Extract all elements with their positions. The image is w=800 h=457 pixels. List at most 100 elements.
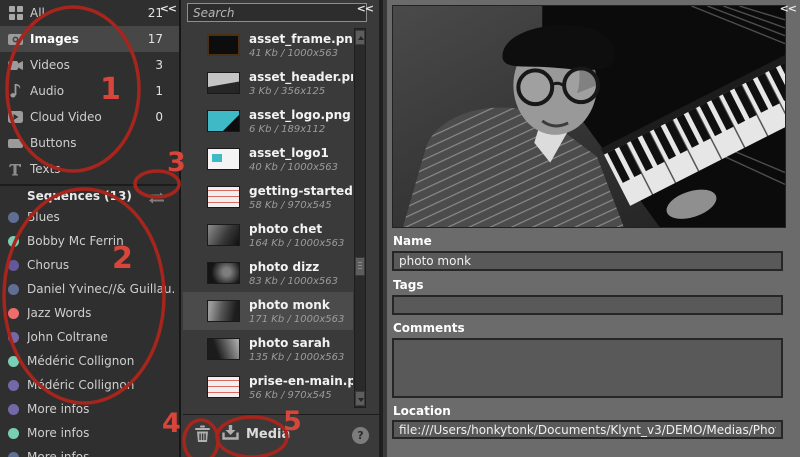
file-thumbnail [207,262,240,284]
file-thumbnail [207,338,240,360]
monk-photo-illustration [393,6,785,227]
file-row[interactable]: asset_logo1 40 Kb / 1000x563 [183,140,353,178]
music-note-icon [8,84,23,99]
sequence-item[interactable]: Chorus [0,253,179,277]
import-media-label: Media [246,426,291,442]
text-icon [8,162,23,177]
sequence-item[interactable]: Bobby Mc Ferrin [0,229,179,253]
sequence-color-dot [8,235,19,247]
file-thumbnail [207,72,240,94]
category-label: Videos [30,58,70,72]
sidebar-item-buttons[interactable]: Buttons [0,130,179,156]
sidebar-collapse-button[interactable]: << [160,2,177,15]
sidebar: << All 21 Images 17 Videos 3 Audio 1 Clo… [0,0,181,457]
swap-arrows-icon[interactable] [148,189,165,208]
sidebar-item-audio[interactable]: Audio 1 [0,78,179,104]
category-label: Images [30,32,79,46]
sequence-color-dot [8,331,19,343]
camera-icon [8,32,23,47]
media-panel-collapse-button[interactable]: << [357,2,374,15]
sequence-color-dot [8,451,19,457]
comments-label: Comments [393,321,465,335]
sequence-item[interactable]: Médéric Collignon [0,349,179,373]
file-row-selected[interactable]: photo monk 171 Kb / 1000x563 [183,292,353,330]
sequence-item[interactable]: More infos [0,445,179,457]
file-thumbnail [207,300,240,322]
sidebar-item-all[interactable]: All 21 [0,0,179,26]
sidebar-item-images[interactable]: Images 17 [0,26,179,52]
sequence-color-dot [8,379,19,391]
sequence-color-dot [8,403,19,415]
help-button[interactable]: ? [352,427,369,444]
video-camera-icon [8,58,23,73]
media-library-window: << All 21 Images 17 Videos 3 Audio 1 Clo… [0,0,800,457]
sequence-item[interactable]: John Coltrane [0,325,179,349]
comments-textarea[interactable] [392,338,783,398]
category-count: 17 [147,32,163,46]
category-label: All [30,6,45,20]
media-toolbar: Media ? [183,414,379,457]
sequence-color-dot [8,427,19,439]
category-count: 3 [155,58,163,72]
file-thumbnail [207,376,240,398]
file-thumbnail [207,34,240,56]
grid-icon [8,6,23,21]
sequence-color-dot [8,259,19,271]
category-count: 0 [155,110,163,124]
name-input[interactable] [392,251,783,271]
file-thumbnail [207,186,240,208]
sequence-item[interactable]: Blues [0,205,179,229]
trash-icon [194,424,211,447]
sequences-header: Sequences (13) [27,188,132,203]
sequences-header-row: Sequences (13) [0,186,179,205]
scroll-up-button[interactable] [355,30,365,45]
sequence-item[interactable]: Jazz Words [0,301,179,325]
category-label: Cloud Video [30,110,102,124]
search-input[interactable] [187,3,367,22]
scrollbar-thumb[interactable] [355,257,365,276]
button-icon [8,136,23,151]
sequence-color-dot [8,307,19,319]
play-box-icon [8,110,23,125]
file-row[interactable]: photo chet 164 Kb / 1000x563 [183,216,353,254]
media-list-panel: << asset_frame.png41 Kb / 1000x563 asset… [183,0,383,457]
sidebar-item-videos[interactable]: Videos 3 [0,52,179,78]
sequence-item[interactable]: Daniel Yvinec//& Guillau... [0,277,179,301]
inspector-collapse-button[interactable]: << [780,2,797,15]
sequence-item[interactable]: More infos [0,421,179,445]
location-label: Location [393,404,451,418]
sequence-color-dot [8,211,19,223]
sequence-color-dot [8,283,19,295]
location-input[interactable] [392,420,783,439]
delete-button[interactable] [194,424,211,447]
sidebar-item-texts[interactable]: Texts [0,156,179,182]
sequence-item[interactable]: Médéric Collignon [0,373,179,397]
file-row[interactable]: prise-en-main.png56 Kb / 970x545 [183,368,353,406]
file-row[interactable]: asset_frame.png 41 Kb / 1000x563 [183,26,353,64]
category-count: 1 [155,84,163,98]
import-media-button[interactable]: Media [222,424,290,444]
file-thumbnail [207,110,240,132]
scroll-down-button[interactable] [355,391,365,406]
category-label: Audio [30,84,65,98]
preview-image [392,5,786,228]
inspector-panel: << Name photo monk Tags Comments Locatio… [387,0,800,457]
file-thumbnail [207,224,240,246]
file-row[interactable]: photo dizz 83 Kb / 1000x563 [183,254,353,292]
file-list: asset_frame.png 41 Kb / 1000x563 asset_he… [183,26,353,414]
file-thumbnail [207,148,240,170]
file-row[interactable]: getting-started.png58 Kb / 970x545 [183,178,353,216]
sequence-color-dot [8,355,19,367]
category-label: Texts [30,162,61,176]
tags-label: Tags [393,278,424,292]
category-label: Buttons [30,136,77,150]
file-row[interactable]: photo sarah 135 Kb / 1000x563 [183,330,353,368]
name-label: Name [393,234,432,248]
sequence-item[interactable]: More infos [0,397,179,421]
file-row[interactable]: asset_logo.png 6 Kb / 189x112 [183,102,353,140]
tags-input[interactable] [392,295,783,315]
import-media-icon [222,424,239,444]
sidebar-item-cloud-video[interactable]: Cloud Video 0 [0,104,179,130]
scrollbar[interactable] [354,28,366,408]
file-row[interactable]: asset_header.png3 Kb / 356x125 [183,64,353,102]
